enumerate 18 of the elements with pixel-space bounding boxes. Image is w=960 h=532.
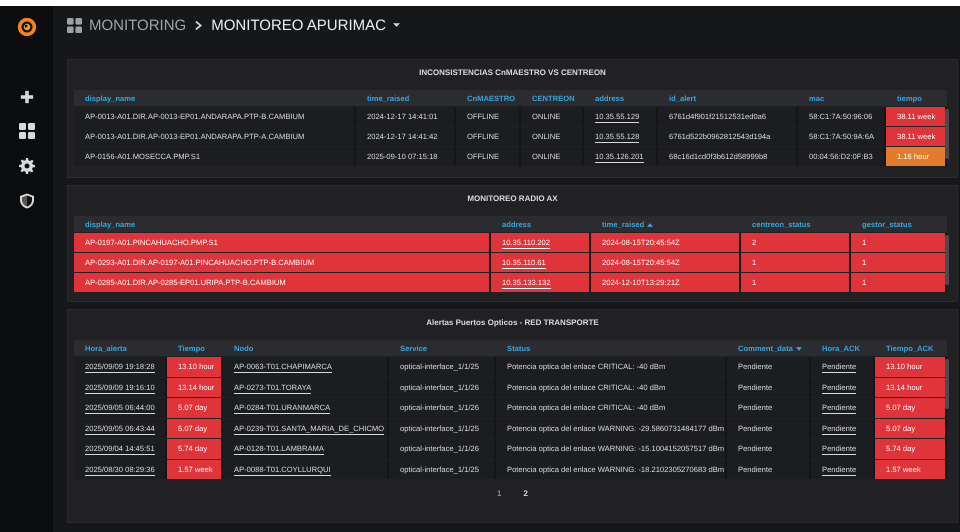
shield-icon[interactable] xyxy=(18,193,34,209)
grid-icon xyxy=(67,18,82,32)
dashboard-title-button[interactable]: MONITOREO APURIMAC xyxy=(211,16,400,34)
settings-icon[interactable] xyxy=(18,158,34,174)
grid-icon[interactable] xyxy=(18,123,34,139)
scrollbar[interactable] xyxy=(945,235,949,285)
caret-icon xyxy=(392,23,400,27)
folder-link[interactable]: MONITORING xyxy=(89,16,186,34)
page-link[interactable]: 2 xyxy=(522,489,530,498)
scrollbar[interactable] xyxy=(945,359,949,409)
panel-title: INCONSISTENCIAS CnMAESTRO VS CENTREON xyxy=(418,67,607,79)
chevron-icon xyxy=(195,20,202,30)
plus-icon[interactable] xyxy=(20,90,34,104)
panel-title: MONITOREO RADIO AX xyxy=(466,193,559,205)
logo-icon[interactable] xyxy=(16,16,38,38)
page-link[interactable]: 1 xyxy=(495,489,504,498)
scrollbar[interactable] xyxy=(945,109,949,159)
panel-title: Alertas Puertos Opticos - RED TRANSPORTE xyxy=(425,317,600,329)
